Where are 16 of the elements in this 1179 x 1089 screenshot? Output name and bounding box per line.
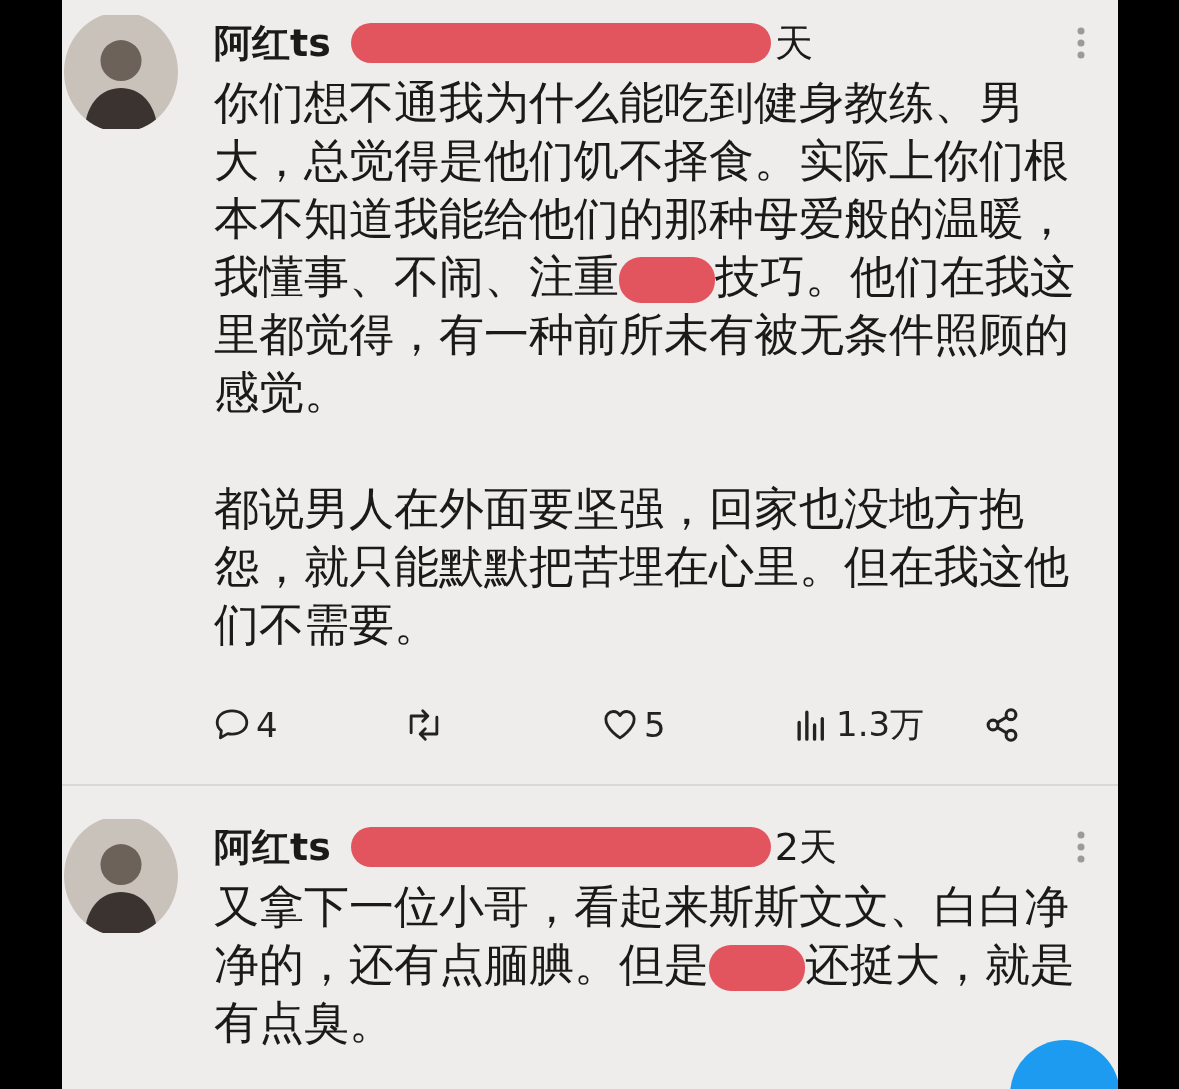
- post-time: 天: [774, 19, 813, 67]
- author-name[interactable]: 阿红ts: [214, 821, 331, 873]
- post-time: 2天: [774, 823, 837, 871]
- action-count: 4: [256, 705, 278, 745]
- author-name[interactable]: 阿红ts: [214, 17, 331, 69]
- share-icon: [984, 707, 1020, 743]
- post-text: 都说男人在外面要坚强，回家也没地方抱怨，就只能默默把苦埋在心里。但在我这他们不需要。: [214, 481, 1070, 653]
- action-button[interactable]: 1.3万: [794, 702, 925, 748]
- post-text: 你们想不通我为什么能吃到健身教练、男大，总觉得是他们饥不择食。实际上你们根本不知道我能给他们的那种母爱般的温暖，我懂事、不闹、注重 技巧。他们在我这里都觉得，有一种前所未有被无条件照顾的感觉。: [214, 75, 1076, 421]
- action-count: 5: [644, 705, 666, 745]
- action-button[interactable]: 5: [602, 702, 666, 748]
- avatar[interactable]: [64, 12, 178, 132]
- action-button[interactable]: 4: [214, 702, 278, 748]
- post-text: 又拿下一位小哥，看起来斯斯文文、白白净净的，还有点腼腆。但是 还挺大，就是有点臭。: [214, 879, 1076, 1051]
- avatar[interactable]: [64, 816, 178, 936]
- action-count: 1.3万: [836, 703, 925, 746]
